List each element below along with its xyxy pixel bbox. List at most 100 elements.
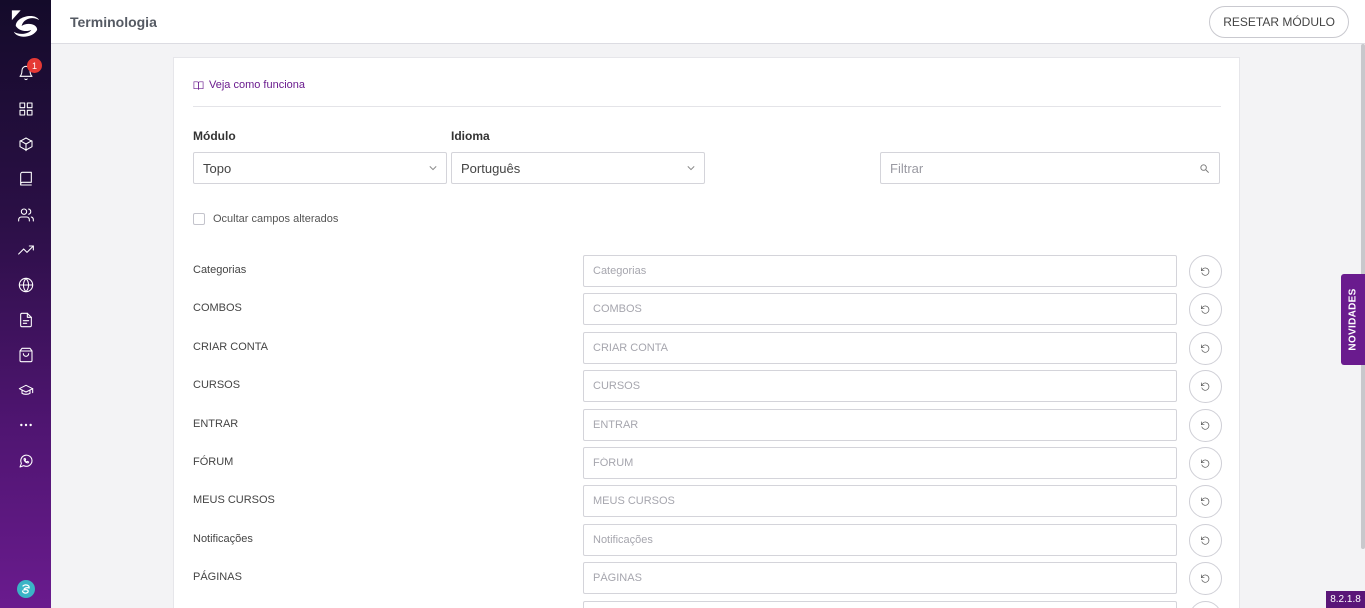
hide-changed-label: Ocultar campos alterados	[213, 213, 339, 225]
term-input[interactable]	[584, 563, 1176, 594]
term-input[interactable]	[584, 294, 1176, 325]
reset-module-button[interactable]: RESETAR MÓDULO	[1209, 6, 1349, 38]
sidebar: 1	[0, 0, 51, 608]
term-input-field[interactable]	[583, 331, 1177, 364]
novidades-tab[interactable]: NOVIDADES	[1341, 274, 1365, 365]
whatsapp-nav[interactable]	[0, 445, 51, 477]
undo-button[interactable]	[1189, 255, 1222, 288]
top-header: Terminologia RESETAR MÓDULO	[51, 0, 1365, 44]
term-label: CURSOS	[193, 379, 241, 392]
term-label: PÁGINAS	[193, 571, 242, 584]
filter-input[interactable]	[881, 153, 1219, 183]
undo-button[interactable]	[1189, 370, 1222, 404]
dashboard-nav[interactable]	[0, 93, 51, 125]
undo-icon	[1201, 382, 1210, 391]
help-link-text: Veja como funciona	[209, 79, 306, 91]
term-input-field[interactable]	[583, 447, 1177, 479]
undo-icon	[1201, 344, 1210, 353]
file-icon	[19, 312, 32, 328]
undo-button[interactable]	[1189, 331, 1222, 365]
filter-field[interactable]	[880, 152, 1220, 184]
term-row: ENTRAR	[193, 408, 1222, 442]
module-select-value: Topo	[203, 160, 232, 176]
term-input[interactable]	[584, 332, 1176, 363]
undo-button[interactable]	[1189, 485, 1222, 519]
undo-button[interactable]	[1189, 600, 1222, 608]
module-label: Módulo	[193, 129, 236, 143]
term-row: CRIAR CONTA	[193, 331, 1222, 365]
courses-nav[interactable]	[0, 374, 51, 406]
undo-button[interactable]	[1189, 447, 1222, 480]
term-label: ENTRAR	[193, 417, 239, 430]
term-input[interactable]	[584, 448, 1176, 478]
term-input-field[interactable]	[583, 293, 1177, 326]
globe-icon	[18, 277, 33, 293]
term-input-field[interactable]	[583, 408, 1177, 441]
term-input[interactable]	[584, 409, 1176, 440]
term-row: Notificações	[193, 523, 1222, 557]
novidades-label: NOVIDADES	[1347, 288, 1359, 351]
products-nav[interactable]	[0, 128, 51, 160]
pages-nav[interactable]	[0, 304, 51, 336]
reports-nav[interactable]	[0, 234, 51, 266]
undo-button[interactable]	[1189, 408, 1222, 442]
undo-icon	[1201, 267, 1210, 276]
term-input-field[interactable]	[583, 523, 1177, 556]
user-avatar[interactable]	[17, 580, 35, 598]
chevron-down-icon	[429, 166, 437, 171]
term-label: CRIAR CONTA	[193, 340, 268, 353]
term-input-field[interactable]	[583, 485, 1177, 518]
undo-icon	[1201, 536, 1210, 545]
term-input[interactable]	[584, 486, 1176, 517]
undo-button[interactable]	[1189, 523, 1222, 557]
term-label: COMBOS	[193, 302, 242, 315]
undo-button[interactable]	[1189, 293, 1222, 327]
more-icon	[19, 423, 32, 427]
term-input-field[interactable]	[583, 255, 1177, 287]
module-select[interactable]: Topo	[193, 152, 447, 184]
site-nav[interactable]	[0, 269, 51, 301]
undo-icon	[1201, 459, 1210, 468]
terminology-card: Veja como funciona Módulo Topo Idioma Po…	[173, 57, 1240, 608]
store-nav[interactable]	[0, 339, 51, 371]
undo-icon	[1201, 305, 1210, 315]
term-input[interactable]	[584, 524, 1176, 555]
notifications-nav[interactable]	[0, 57, 51, 89]
avatar-icon	[21, 584, 30, 594]
app-logo[interactable]	[8, 6, 43, 42]
users-nav[interactable]	[0, 199, 51, 231]
book-icon	[19, 171, 32, 186]
whatsapp-icon	[18, 454, 33, 468]
term-input[interactable]	[584, 371, 1176, 402]
term-input[interactable]	[584, 256, 1176, 286]
trending-up-icon	[17, 245, 34, 255]
undo-icon	[1201, 497, 1210, 507]
term-input-field[interactable]	[583, 370, 1177, 403]
notification-badge: 1	[27, 58, 42, 73]
term-row: FÓRUM	[193, 447, 1222, 480]
hide-changed-checkbox[interactable]	[193, 213, 205, 225]
grid-icon	[18, 102, 33, 116]
term-label: Categorias	[193, 264, 247, 276]
more-nav[interactable]	[0, 409, 51, 441]
page-title: Terminologia	[70, 14, 157, 30]
term-row	[193, 600, 1222, 608]
undo-icon	[1201, 421, 1210, 430]
help-link[interactable]: Veja como funciona	[193, 79, 305, 91]
term-input-field[interactable]	[583, 600, 1177, 608]
chevron-down-icon	[687, 166, 695, 171]
hide-changed-option[interactable]: Ocultar campos alterados	[193, 213, 338, 225]
undo-button[interactable]	[1189, 562, 1222, 596]
box-icon	[18, 137, 33, 152]
term-input-field[interactable]	[583, 562, 1177, 595]
term-row: CURSOS	[193, 370, 1222, 404]
term-row: PÁGINAS	[193, 562, 1222, 596]
users-icon	[17, 208, 34, 222]
term-row: MEUS CURSOS	[193, 485, 1222, 519]
content-nav[interactable]	[0, 163, 51, 195]
term-row: COMBOS	[193, 293, 1222, 327]
term-row: Categorias	[193, 255, 1222, 288]
language-select-value: Português	[461, 160, 521, 176]
version-badge: 8.2.1.8	[1326, 591, 1365, 608]
language-select[interactable]: Português	[451, 152, 705, 184]
